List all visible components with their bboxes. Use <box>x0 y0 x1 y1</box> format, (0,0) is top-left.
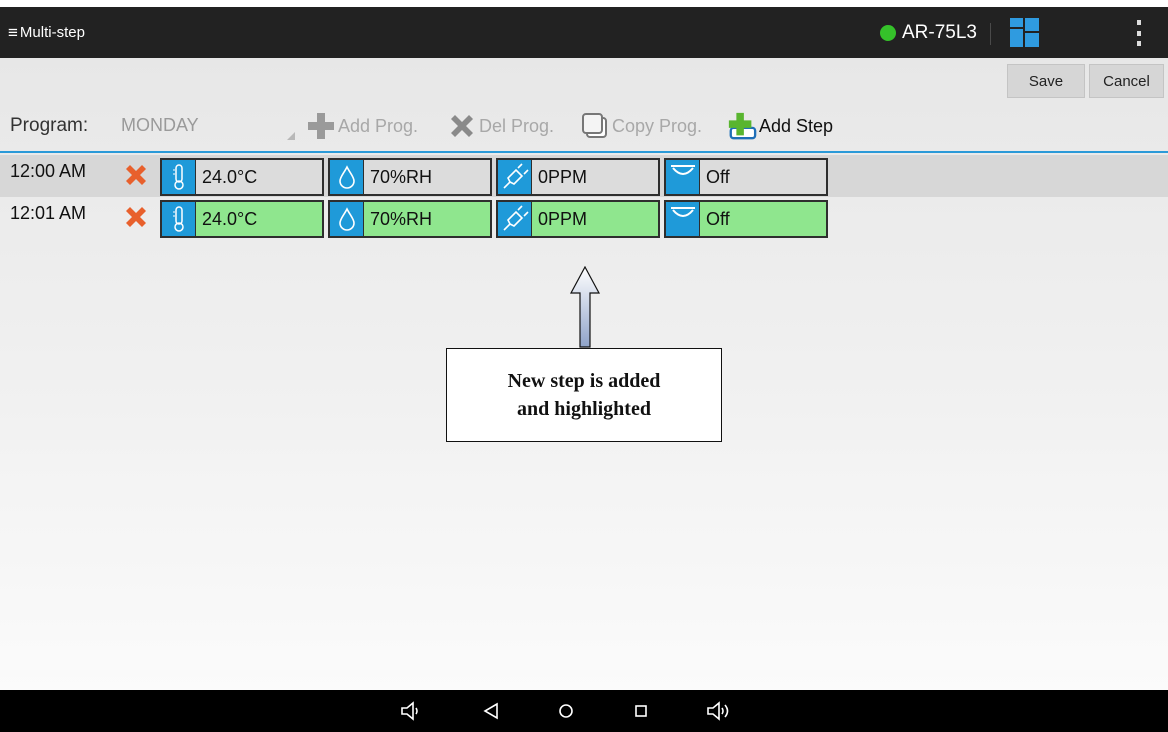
device-name: AR-75L3 <box>902 21 977 43</box>
dehumidifier-cell[interactable]: Off <box>664 200 828 238</box>
dehumidifier-cell[interactable]: Off <box>664 158 828 196</box>
add-step-label: Add Step <box>759 115 834 136</box>
callout-line-2: and highlighted <box>517 398 651 420</box>
delete-program-button[interactable]: Del Prog. <box>447 110 554 142</box>
temperature-cell[interactable]: 24.0°C <box>160 158 324 196</box>
temperature-cell[interactable]: 24.0°C <box>160 200 324 238</box>
humidity-cell[interactable]: 70%RH <box>328 158 492 196</box>
copy-icon <box>580 111 610 141</box>
hamburger-icon: ≡ <box>8 22 18 42</box>
toolbar-divider <box>0 151 1168 153</box>
delete-step-icon[interactable] <box>123 163 149 187</box>
copy-program-button[interactable]: Copy Prog. <box>580 110 702 142</box>
divider <box>990 23 991 45</box>
save-button[interactable]: Save <box>1007 64 1085 98</box>
annotation-arrow <box>569 266 601 348</box>
co2-value: 0PPM <box>538 166 588 187</box>
callout-line-1: New step is added <box>507 370 661 392</box>
temperature-value: 24.0°C <box>202 208 258 229</box>
annotation-callout: New step is added and highlighted <box>446 348 722 442</box>
humidity-cell[interactable]: 70%RH <box>328 200 492 238</box>
step-row[interactable]: 12:01 AM 24.0°C 70%RH 0PPM Off <box>0 197 1168 239</box>
recents-icon[interactable] <box>628 698 654 724</box>
plus-icon <box>306 111 336 141</box>
cancel-button[interactable]: Cancel <box>1089 64 1164 98</box>
volume-up-icon[interactable] <box>705 698 731 724</box>
volume-down-icon[interactable] <box>398 698 424 724</box>
bowl-icon <box>666 160 700 194</box>
program-select-value: MONDAY <box>121 115 199 135</box>
co2-cell[interactable]: 0PPM <box>496 200 660 238</box>
program-label: Program: <box>10 115 89 136</box>
step-time[interactable]: 12:00 AM <box>10 161 86 182</box>
thermometer-icon <box>162 202 196 236</box>
x-icon <box>447 111 477 141</box>
menu-button[interactable]: ≡ Multi-step <box>8 7 85 58</box>
dehumidifier-value: Off <box>706 166 730 187</box>
water-drop-icon <box>330 202 364 236</box>
dropdown-corner-icon <box>287 132 295 140</box>
back-icon[interactable] <box>478 698 504 724</box>
step-time[interactable]: 12:01 AM <box>10 203 86 224</box>
dehumidifier-value: Off <box>706 208 730 229</box>
device-status-dot <box>880 24 896 41</box>
add-step-icon <box>727 111 757 141</box>
plug-icon <box>498 202 532 236</box>
co2-cell[interactable]: 0PPM <box>496 158 660 196</box>
add-step-button[interactable]: Add Step <box>727 110 833 142</box>
add-program-label: Add Prog. <box>338 115 419 136</box>
step-row[interactable]: 12:00 AM 24.0°C 70%RH 0PPM Off <box>0 155 1168 197</box>
delete-step-icon[interactable] <box>123 205 149 229</box>
bowl-icon <box>666 202 700 236</box>
dashboard-grid-icon[interactable] <box>1010 18 1039 47</box>
app-title: Multi-step <box>19 24 85 41</box>
device-selector[interactable]: AR-75L3 <box>880 7 977 58</box>
content-area: Save Cancel Program: MONDAY Add Prog. De… <box>0 58 1168 690</box>
copy-program-label: Copy Prog. <box>612 115 703 136</box>
delete-program-label: Del Prog. <box>479 115 555 136</box>
thermometer-icon <box>162 160 196 194</box>
system-nav-bar <box>0 690 1168 732</box>
program-toolbar: Program: MONDAY Add Prog. Del Prog. Copy… <box>0 108 1168 146</box>
home-icon[interactable] <box>553 698 579 724</box>
humidity-value: 70%RH <box>370 166 433 187</box>
app-bar: ≡ Multi-step AR-75L3 <box>0 7 1168 58</box>
co2-value: 0PPM <box>538 208 588 229</box>
plug-icon <box>498 160 532 194</box>
water-drop-icon <box>330 160 364 194</box>
overflow-menu-icon[interactable] <box>1131 20 1147 46</box>
program-select[interactable]: MONDAY <box>121 112 297 142</box>
add-program-button[interactable]: Add Prog. <box>306 110 418 142</box>
temperature-value: 24.0°C <box>202 166 258 187</box>
humidity-value: 70%RH <box>370 208 433 229</box>
